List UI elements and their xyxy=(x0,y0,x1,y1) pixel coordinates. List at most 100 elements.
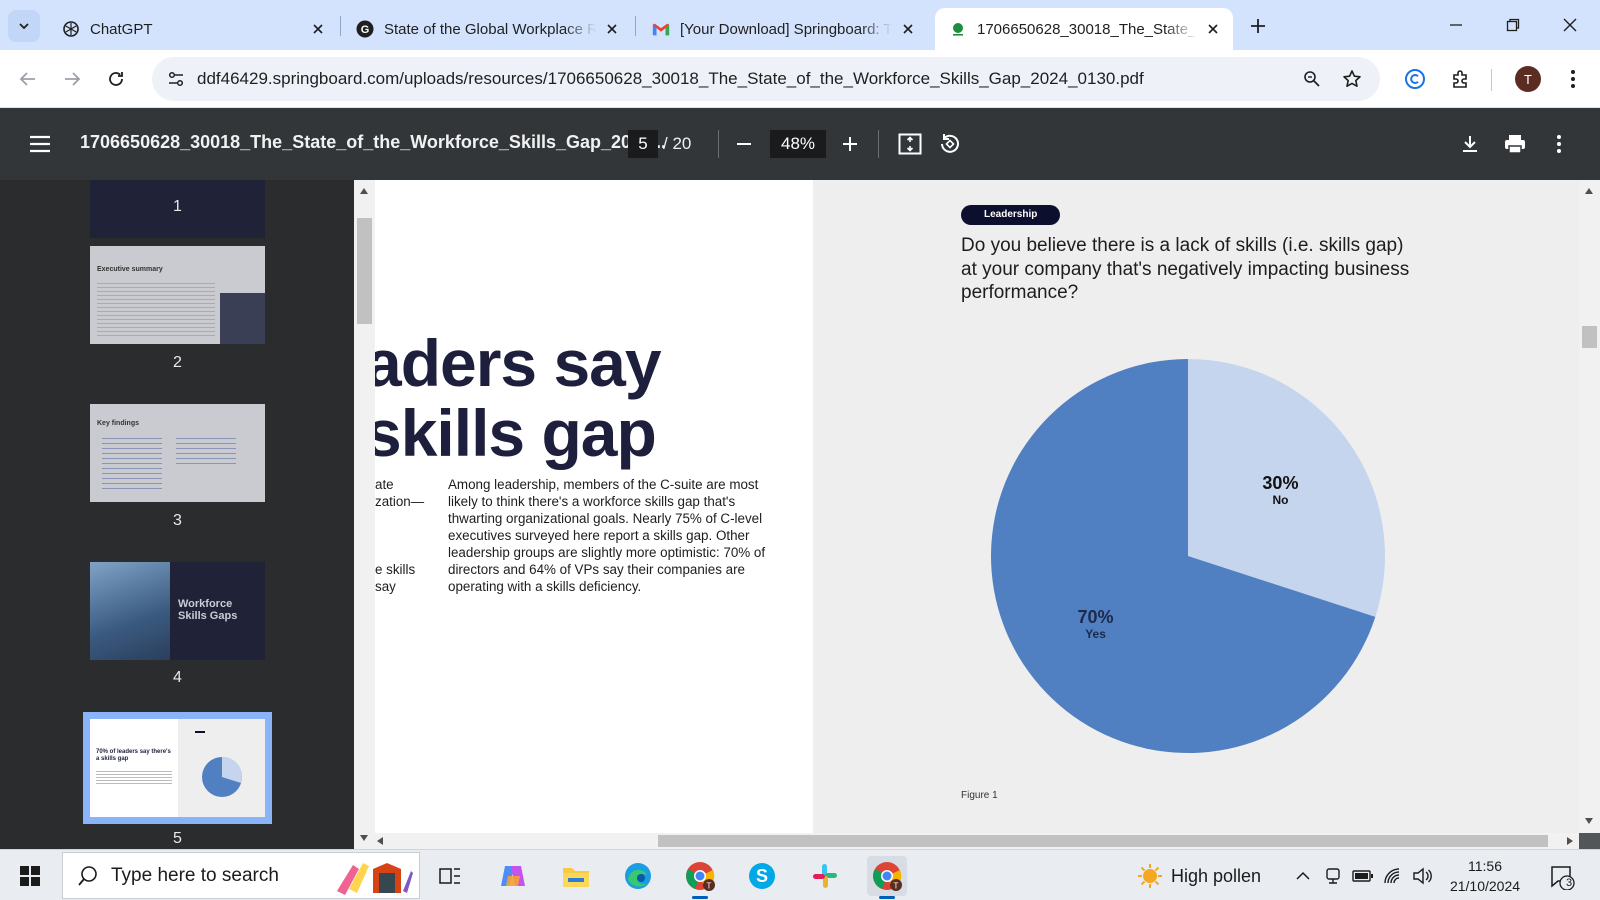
scroll-up-arrow-icon[interactable] xyxy=(1582,184,1596,198)
bookmark-button[interactable] xyxy=(1338,65,1366,93)
profile-avatar[interactable]: T xyxy=(1515,66,1541,92)
printer-icon xyxy=(1504,134,1526,154)
scroll-up-arrow-icon[interactable] xyxy=(357,184,371,198)
page-thumbnail-3[interactable]: Key findings xyxy=(90,404,265,502)
cut-text-fragment: zation— xyxy=(375,494,425,509)
tray-battery-button[interactable] xyxy=(1351,864,1375,888)
close-icon[interactable] xyxy=(308,19,328,39)
thumbnail-text-lines xyxy=(176,434,236,464)
tray-meet-button[interactable] xyxy=(1321,864,1345,888)
thumbnail-sidebar[interactable]: 1 Executive summary 2 Key findings 3 Wor… xyxy=(0,180,354,849)
close-window-button[interactable] xyxy=(1546,8,1594,42)
minimize-button[interactable] xyxy=(1432,8,1480,42)
thumbnail-number: 3 xyxy=(173,512,182,529)
start-button[interactable] xyxy=(8,857,52,895)
extensions-button[interactable] xyxy=(1445,63,1477,95)
address-bar[interactable]: ddf46429.springboard.com/uploads/resourc… xyxy=(152,57,1380,101)
plus-icon xyxy=(1250,18,1266,34)
page-thumbnail-2[interactable]: Executive summary xyxy=(90,246,265,344)
tab-title: ChatGPT xyxy=(90,20,153,38)
scroll-right-arrow-icon[interactable] xyxy=(1563,834,1577,848)
forward-button[interactable] xyxy=(56,63,88,95)
new-tab-button[interactable] xyxy=(1244,12,1272,40)
taskbar-chrome-profile[interactable]: T xyxy=(867,856,907,899)
pdf-dot-icon xyxy=(949,20,967,38)
svg-text:T: T xyxy=(894,882,899,891)
scroll-left-arrow-icon[interactable] xyxy=(373,834,387,848)
tray-network-button[interactable] xyxy=(1381,864,1405,888)
rotate-button[interactable] xyxy=(932,126,968,162)
tab-search-button[interactable] xyxy=(8,10,40,42)
print-button[interactable] xyxy=(1497,126,1533,162)
sidebar-toggle-button[interactable] xyxy=(22,126,58,162)
pdf-more-button[interactable] xyxy=(1541,126,1577,162)
taskbar-skype[interactable]: S xyxy=(742,856,782,896)
tab-strip: ChatGPT G State of the Global Workplace … xyxy=(0,0,1600,50)
pie-value-label: 30% xyxy=(1262,473,1298,493)
tab-pdf[interactable]: 1706650628_30018_The_State_o xyxy=(935,8,1233,50)
magnifier-icon xyxy=(1303,70,1321,88)
chrome-icon: T xyxy=(872,861,902,891)
gallup-icon: G xyxy=(356,20,374,38)
pollen-sun-icon xyxy=(1137,863,1163,889)
scroll-down-arrow-icon[interactable] xyxy=(1582,814,1596,828)
browser-menu-button[interactable] xyxy=(1557,63,1589,95)
taskbar-file-explorer[interactable] xyxy=(556,856,596,896)
taskbar-search-box[interactable]: Type here to search xyxy=(62,852,420,899)
close-icon[interactable] xyxy=(898,19,918,39)
svg-text:S: S xyxy=(756,866,768,886)
slack-icon xyxy=(811,862,839,890)
zoom-in-button[interactable] xyxy=(832,126,868,162)
document-vertical-scrollbar[interactable] xyxy=(1579,180,1600,833)
site-info-button[interactable] xyxy=(162,65,190,93)
camera-icon xyxy=(1325,867,1341,885)
svg-text:T: T xyxy=(707,882,712,891)
tab-gmail[interactable]: [Your Download] Springboard: T xyxy=(638,8,928,50)
scrollbar-thumb[interactable] xyxy=(357,218,372,324)
scrollbar-thumb[interactable] xyxy=(1582,326,1597,348)
chrome-icon: T xyxy=(685,861,715,891)
restore-icon xyxy=(1506,18,1520,32)
taskbar-clock[interactable]: 11:56 21/10/2024 xyxy=(1430,856,1540,896)
fit-to-page-button[interactable] xyxy=(892,126,928,162)
thumbnail-text-lines xyxy=(97,280,215,336)
zoom-level-input[interactable]: 48% xyxy=(770,130,826,158)
kebab-menu-icon xyxy=(1570,69,1576,89)
show-hidden-icons-button[interactable] xyxy=(1291,864,1315,888)
scroll-down-arrow-icon[interactable] xyxy=(357,831,371,845)
fit-page-icon xyxy=(898,133,922,155)
taskbar-slack[interactable] xyxy=(805,856,845,896)
taskbar-edge[interactable] xyxy=(618,856,658,896)
task-view-button[interactable] xyxy=(430,856,470,896)
page-thumbnail-4[interactable]: Workforce Skills Gaps xyxy=(90,562,265,660)
forward-arrow-icon xyxy=(63,70,81,88)
zoom-indicator-button[interactable] xyxy=(1298,65,1326,93)
notification-count: 3 xyxy=(1566,877,1573,889)
document-horizontal-scrollbar[interactable] xyxy=(375,833,1579,849)
back-button[interactable] xyxy=(12,63,44,95)
star-icon xyxy=(1342,69,1362,89)
page-number-input[interactable]: 5 xyxy=(628,130,658,158)
thumbnail-heading: Executive summary xyxy=(97,266,163,273)
taskbar-copilot[interactable] xyxy=(493,856,533,896)
zoom-out-button[interactable] xyxy=(726,126,762,162)
taskbar-chrome[interactable]: T xyxy=(680,856,720,899)
weather-text: High pollen xyxy=(1171,865,1262,886)
tab-gallup[interactable]: G State of the Global Workplace R xyxy=(342,8,632,50)
sidebar-scrollbar[interactable] xyxy=(354,180,375,849)
close-icon[interactable] xyxy=(602,19,622,39)
close-icon[interactable] xyxy=(1203,19,1223,39)
page-thumbnail-5[interactable]: 70% of leaders say there's a skills gap xyxy=(83,712,272,824)
minimize-icon xyxy=(1449,18,1463,32)
tab-chatgpt[interactable]: ChatGPT xyxy=(48,8,338,50)
notification-center-button[interactable]: 3 xyxy=(1544,860,1580,894)
download-button[interactable] xyxy=(1452,126,1488,162)
extension-c-button[interactable] xyxy=(1399,63,1431,95)
scrollbar-thumb[interactable] xyxy=(658,835,1548,847)
hamburger-menu-icon xyxy=(29,135,51,153)
tune-icon xyxy=(167,70,185,88)
reload-button[interactable] xyxy=(100,63,132,95)
restore-button[interactable] xyxy=(1489,8,1537,42)
weather-widget[interactable]: High pollen xyxy=(1137,858,1261,894)
rotate-counterclockwise-icon xyxy=(939,133,961,155)
